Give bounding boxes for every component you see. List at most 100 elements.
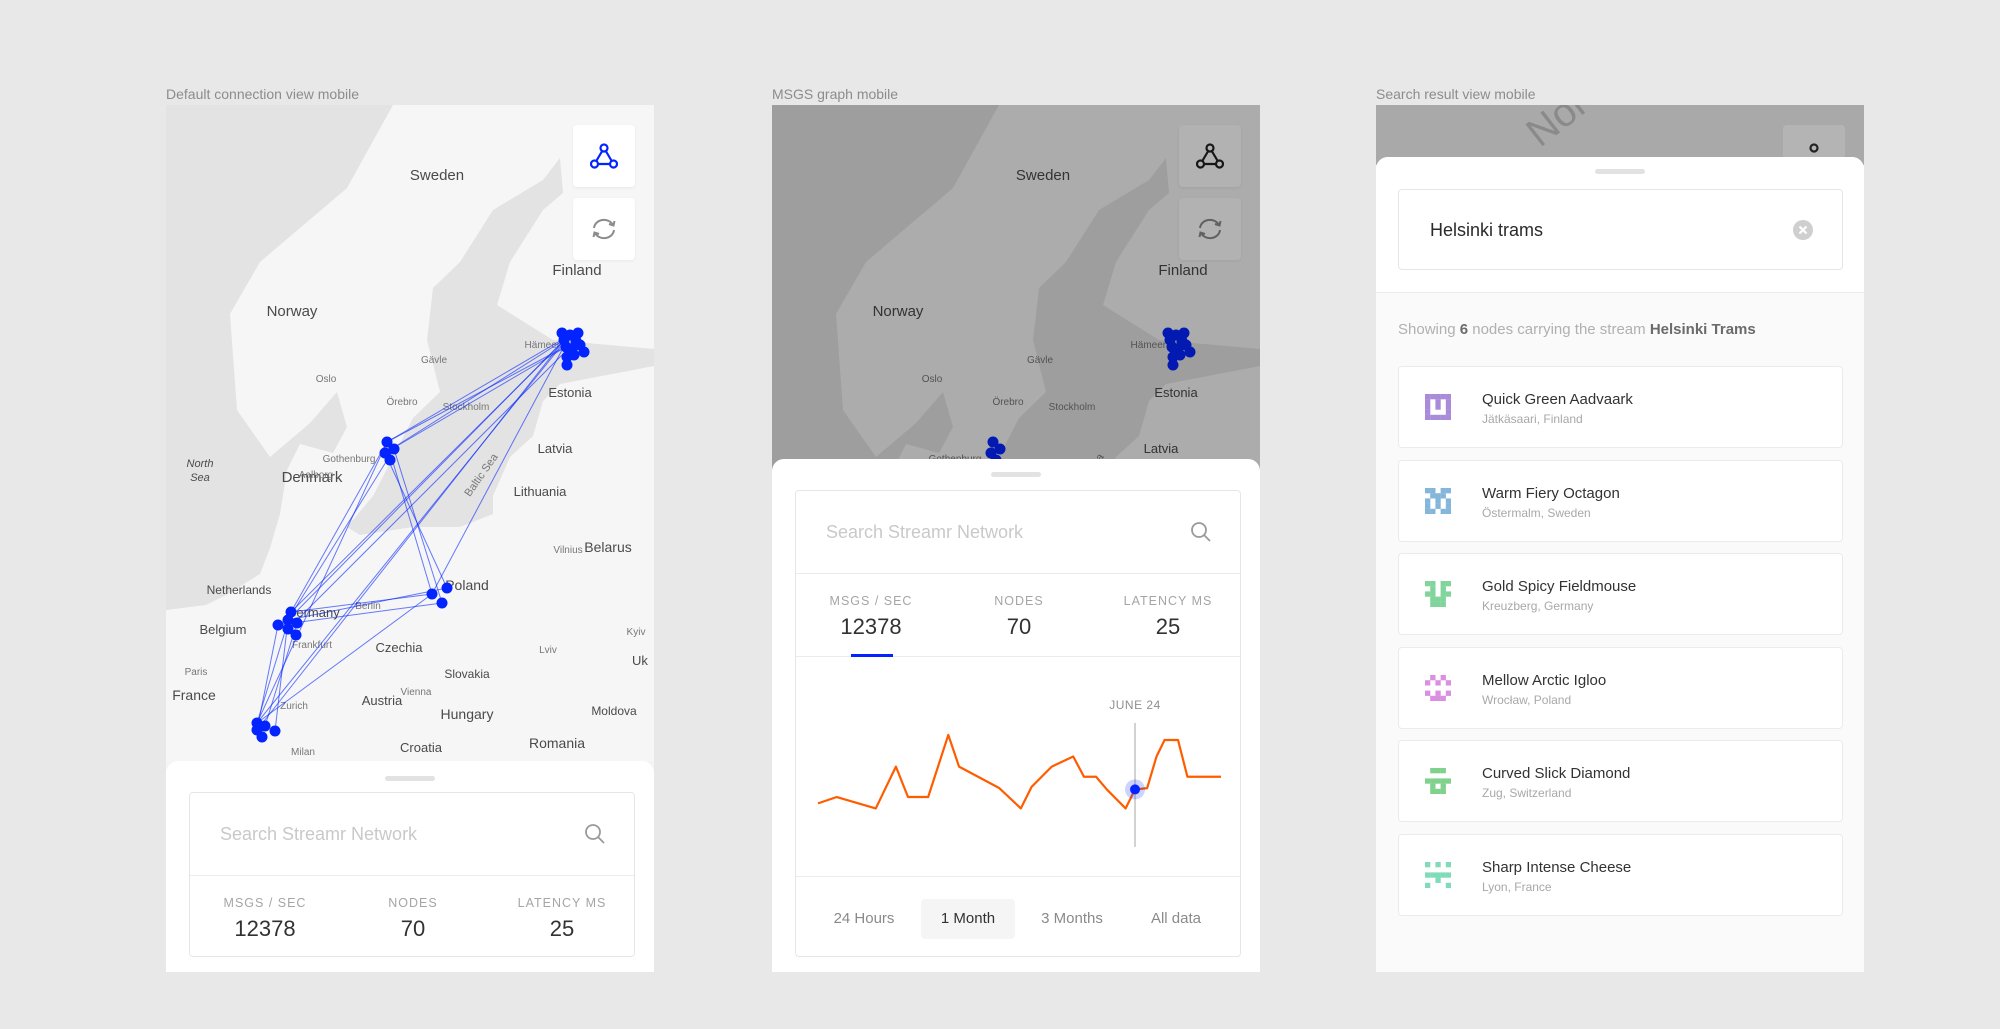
network-node[interactable] — [291, 617, 303, 629]
map-country-label: Moldova — [591, 704, 637, 718]
map-city-label: Lviv — [539, 645, 557, 656]
tab-1-month[interactable]: 1 Month — [921, 899, 1015, 939]
map-country-label: Hungary — [441, 706, 494, 722]
network-node[interactable] — [578, 346, 590, 358]
clear-circle-icon[interactable] — [1793, 220, 1813, 240]
network-node[interactable] — [572, 327, 584, 339]
map-country-label: France — [172, 687, 216, 703]
search-header: Helsinki trams — [1376, 157, 1864, 293]
network-node[interactable] — [556, 327, 568, 339]
caption-connection-view: Default connection view mobile — [166, 86, 359, 102]
node-result-item[interactable]: Warm Fiery Octagon Östermalm, Sweden — [1398, 459, 1843, 542]
stat-label: LATENCY MS — [517, 896, 607, 910]
node-name: Gold Spicy Fieldmouse — [1482, 578, 1637, 596]
search-placeholder: Search Streamr Network — [826, 522, 1024, 542]
node-result-item[interactable]: Sharp Intense Cheese Lyon, France — [1398, 834, 1843, 916]
refresh-button[interactable] — [573, 198, 635, 260]
hover-point[interactable] — [1130, 784, 1141, 795]
stat-value: 12378 — [840, 614, 902, 639]
sheet-handle[interactable] — [991, 472, 1041, 477]
search-icon[interactable] — [1190, 521, 1212, 543]
stat-label: NODES — [388, 896, 438, 910]
node-location: Östermalm, Sweden — [1482, 505, 1591, 520]
node-identicon-icon — [1425, 581, 1451, 608]
bottom-sheet: Search Streamr Network MSGS / SEC 12378 N… — [166, 761, 654, 972]
node-location: Wrocław, Poland — [1482, 692, 1572, 707]
stat-msgs[interactable]: MSGS / SEC 12378 — [796, 594, 946, 640]
node-location: Zug, Switzerland — [1482, 786, 1572, 801]
network-node[interactable] — [426, 588, 438, 600]
node-result-item[interactable]: Mellow Arctic Igloo Wrocław, Poland — [1398, 646, 1843, 729]
map-country-label: Finland — [552, 262, 601, 279]
map-city-label: Gävle — [421, 355, 448, 366]
stat-latency[interactable]: LATENCY MS 25 — [1093, 594, 1243, 640]
stat-label: NODES — [994, 594, 1044, 608]
stat-msgs[interactable]: MSGS / SEC 12378 — [190, 896, 340, 942]
search-query: Helsinki trams — [1430, 220, 1544, 240]
tab-all-data[interactable]: All data — [1129, 899, 1223, 939]
network-node[interactable] — [568, 349, 580, 361]
node-name: Warm Fiery Octagon — [1482, 484, 1620, 502]
tab-24-hours[interactable]: 24 Hours — [817, 899, 911, 939]
msgs-chart[interactable]: JUNE 24 — [796, 657, 1242, 876]
map-country-label: Netherlands — [207, 583, 272, 597]
network-card: Search Streamr Network MSGS / SEC 12378 N… — [189, 792, 635, 957]
map-country-label: Estonia — [548, 385, 592, 400]
stat-nodes[interactable]: NODES 70 — [338, 896, 488, 942]
map-country-label: Sea — [190, 472, 210, 484]
map-country-label: North — [187, 458, 214, 470]
node-result-item[interactable]: Quick Green Aadvaark Jätkäsaari, Finland — [1398, 366, 1843, 448]
stat-value: 70 — [400, 916, 426, 941]
topology-button[interactable] — [573, 125, 635, 187]
stat-nodes[interactable]: NODES 70 — [944, 594, 1094, 640]
stat-label: LATENCY MS — [1123, 594, 1213, 608]
search-input[interactable]: Search Streamr Network — [190, 793, 634, 876]
map-country-label: Croatia — [400, 740, 443, 755]
search-result-panel: Norway Helsinki trams Showing 6 nodes ca… — [1376, 105, 1864, 972]
stat-value: 12378 — [234, 916, 296, 941]
map-country-label: Romania — [529, 735, 585, 751]
node-identicon-icon — [1425, 487, 1451, 514]
map-country-label: Norway — [267, 303, 318, 320]
map-country-label: Belarus — [584, 539, 631, 555]
summary-stream: Helsinki Trams — [1649, 321, 1756, 338]
node-location: Kreuzberg, Germany — [1482, 599, 1594, 614]
sheet-handle[interactable] — [1595, 169, 1645, 174]
map-country-label: Uk — [632, 653, 648, 668]
stat-value: 25 — [1155, 614, 1181, 639]
node-result-item[interactable]: Gold Spicy Fieldmouse Kreuzberg, Germany — [1398, 553, 1843, 636]
network-node[interactable] — [561, 359, 573, 371]
chart-series-line — [817, 733, 1221, 810]
hover-date-label: JUNE 24 — [1109, 698, 1161, 712]
map-city-label: Gothenburg — [323, 454, 376, 465]
tab-3-months[interactable]: 3 Months — [1025, 899, 1119, 939]
search-input[interactable]: Helsinki trams — [1398, 189, 1843, 270]
network-card: Search Streamr Network MSGS / SEC 12378 N… — [795, 490, 1241, 957]
summary-text: Showing — [1398, 321, 1460, 338]
map-city-label: Oslo — [316, 374, 337, 385]
map[interactable]: Norway — [1376, 105, 1864, 165]
map-label: Norway — [1518, 105, 1653, 156]
node-result-item[interactable]: Curved Slick Diamond Zug, Switzerland — [1398, 740, 1843, 823]
network-node[interactable] — [436, 597, 448, 609]
network-node[interactable] — [384, 454, 396, 466]
stat-value: 25 — [549, 916, 575, 941]
node-identicon-icon — [1425, 862, 1451, 888]
network-node[interactable] — [441, 582, 453, 594]
time-range-tabs: 24 Hours 1 Month 3 Months All data — [796, 876, 1240, 958]
stat-value: 70 — [1006, 614, 1032, 639]
stat-label: MSGS / SEC — [223, 896, 307, 910]
map-country-label: Czechia — [376, 640, 424, 655]
bottom-sheet: Helsinki trams Showing 6 nodes carrying … — [1376, 157, 1864, 972]
stat-latency[interactable]: LATENCY MS 25 — [487, 896, 637, 942]
network-node[interactable] — [272, 619, 284, 631]
node-location: Jätkäsaari, Finland — [1482, 412, 1583, 426]
network-node[interactable] — [256, 731, 268, 743]
network-node[interactable] — [269, 725, 281, 737]
search-input[interactable]: Search Streamr Network — [796, 491, 1240, 574]
summary-count: 6 — [1459, 321, 1469, 338]
network-node[interactable] — [290, 629, 302, 641]
map-country-label: Slovakia — [444, 667, 490, 681]
search-icon[interactable] — [584, 823, 606, 845]
sheet-handle[interactable] — [385, 776, 435, 781]
